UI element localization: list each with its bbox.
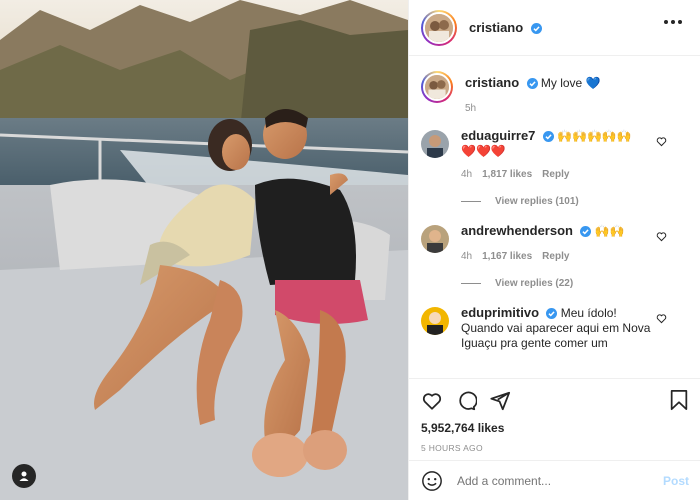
caption-emoji: 💙 [585,76,601,90]
post-comment-button[interactable]: Post [663,474,689,488]
view-replies-label: View replies (101) [495,196,579,207]
comment-input[interactable] [457,473,663,488]
author-avatar[interactable] [421,9,457,46]
comment-time[interactable]: 4h [461,251,472,262]
comment-time[interactable]: 4h [461,169,472,180]
save-button[interactable] [669,389,689,414]
comment-likes[interactable]: 1,817 likes [482,169,532,180]
more-options-icon [664,20,668,24]
likes-count[interactable]: 5,952,764 likes [421,421,689,435]
comment-item: andrewhenderson 🙌🙌 4h 1,167 likes Reply [421,223,689,262]
post-header: cristiano [409,0,700,56]
user-tag-button[interactable] [12,464,36,488]
commenter-avatar[interactable] [421,307,449,335]
more-options-button[interactable] [664,20,682,24]
heart-icon [422,393,442,410]
verified-badge-icon [526,78,538,90]
reply-button[interactable]: Reply [542,169,569,180]
post-timestamp[interactable]: 5 HOURS AGO [421,443,689,453]
comment-like-heart-icon[interactable] [656,231,667,242]
avatar-image [421,307,449,335]
commenter-username[interactable]: eduaguirre7 [461,128,535,143]
commenter-username[interactable]: eduprimitivo [461,305,539,320]
avatar-image [425,75,449,99]
comment-text: 🙌🙌🙌🙌🙌 [557,129,632,143]
comment-item: eduprimitivo Meu ídolo! Quando vai apare… [421,305,689,351]
caption-row: cristiano My love 💙 5h [421,71,689,114]
share-icon [490,391,511,411]
comment-icon [459,391,477,411]
author-username[interactable]: cristiano [469,20,523,35]
avatar-image [421,225,449,253]
verified-badge-icon [546,308,558,320]
caption-avatar[interactable] [421,71,453,103]
like-button[interactable] [421,390,443,412]
post-side-panel: cristiano cristiano My love 💙 5h eduagui… [408,0,700,500]
photo-image [0,0,408,500]
comment-like-heart-icon[interactable] [656,313,667,324]
caption-time[interactable]: 5h [465,103,476,114]
comment-text: 🙌🙌 [594,224,625,238]
replies-divider [461,283,481,284]
avatar-image [421,130,449,158]
replies-divider [461,201,481,202]
post-actions: 5,952,764 likes 5 HOURS AGO [409,378,700,458]
view-replies-toggle[interactable]: View replies (22) [461,278,689,289]
verified-badge-icon [580,226,592,238]
post-photo[interactable] [0,0,408,500]
caption-text: My love [540,76,583,90]
avatar-image [425,13,453,42]
commenter-avatar[interactable] [421,130,449,158]
user-tag-icon [19,471,29,481]
comment-button[interactable] [455,390,477,412]
comment-text-line2: ❤️❤️❤️ [461,144,506,158]
reply-button[interactable]: Reply [542,251,569,262]
commenter-avatar[interactable] [421,225,449,253]
verified-badge-icon [542,131,554,143]
bookmark-icon [670,389,688,411]
share-button[interactable] [489,390,511,412]
comment-item: eduaguirre7 🙌🙌🙌🙌🙌 ❤️❤️❤️ 4h 1,817 likes … [421,128,689,180]
emoji-icon[interactable] [421,470,443,492]
caption-username[interactable]: cristiano [465,75,519,90]
verified-badge-icon [530,23,542,35]
view-replies-toggle[interactable]: View replies (101) [461,196,689,207]
comment-like-heart-icon[interactable] [656,136,667,147]
comment-likes[interactable]: 1,167 likes [482,251,532,262]
commenter-username[interactable]: andrewhenderson [461,223,573,238]
add-comment-bar: Post [409,460,700,500]
view-replies-label: View replies (22) [495,278,574,289]
comments-list: cristiano My love 💙 5h eduaguirre7 🙌🙌🙌🙌🙌… [409,57,700,377]
